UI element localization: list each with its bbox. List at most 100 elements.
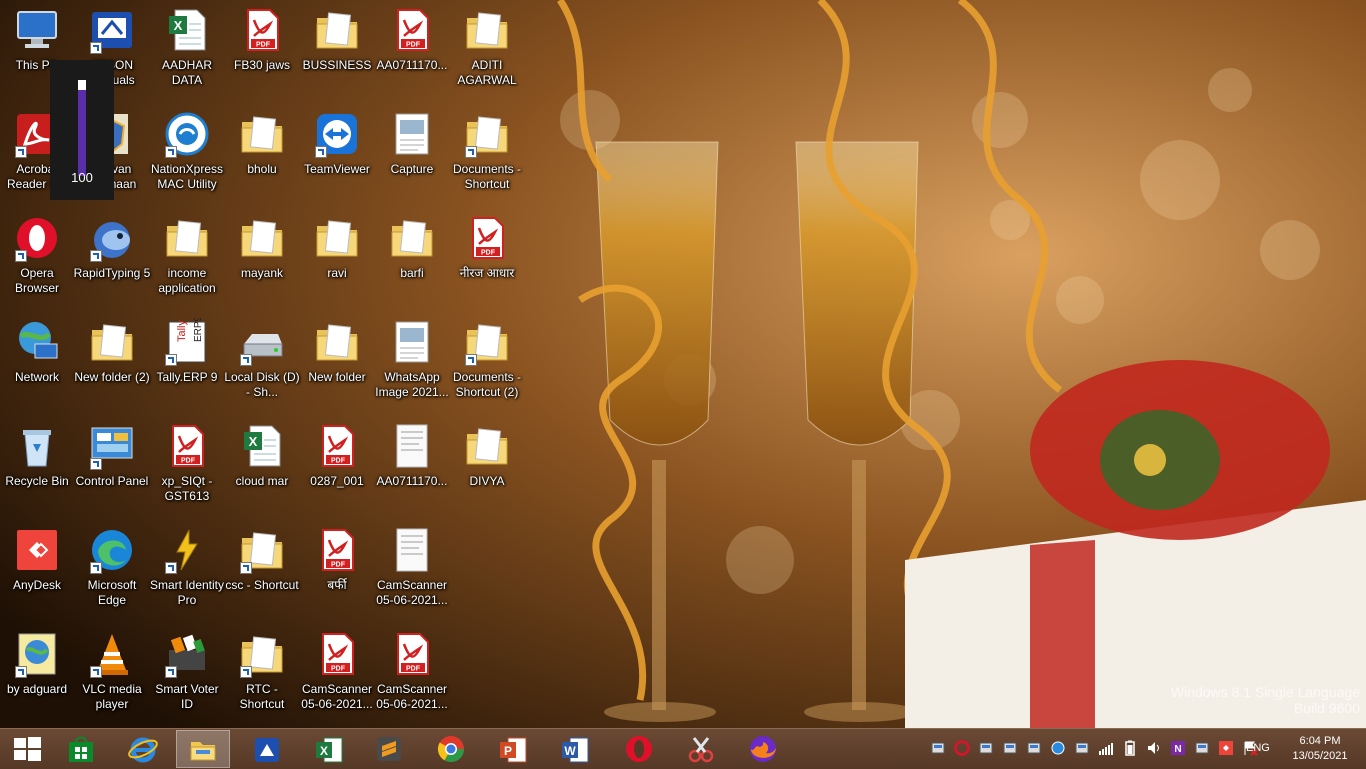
tray-app-icon[interactable] [978,740,994,756]
opera-button[interactable] [612,730,666,768]
desktop-icon-camscanner-05-06-2021[interactable]: PDF CamScanner 05-06-2021... [375,624,449,724]
tray-app-icon[interactable] [1026,740,1042,756]
pdf-file-icon: PDF [238,6,286,54]
excel-button[interactable]: X [302,730,356,768]
image-file-icon [388,110,436,158]
battery-icon[interactable] [1122,740,1138,756]
network-monitor-icon[interactable] [1050,740,1066,756]
file-explorer-button[interactable] [176,730,230,768]
adguard-icon [13,630,61,678]
desktop-icon-0287-001[interactable]: PDF 0287_001 [300,416,374,516]
snipping-tool-button[interactable] [674,730,728,768]
desktop-icon-aa0711170[interactable]: PDF AA0711170... [375,0,449,100]
desktop-icon-mayank[interactable]: mayank [225,208,299,308]
desktop-icon-by-adguard[interactable]: by adguard [0,624,74,724]
tray-app-icon[interactable] [1194,740,1210,756]
taskbar: X P W N ENG 6:04 PM 13/05/2021 [0,728,1366,769]
desktop-icon-documents-shortcut[interactable]: Documents - Shortcut [450,104,524,204]
desktop-icon-label: AA0711170... [376,58,448,72]
internet-explorer-button[interactable] [116,730,170,768]
desktop-icon-smart-voter-id[interactable]: Smart Voter ID [150,624,224,724]
svg-text:X: X [249,434,258,449]
desktop-icon-ravi[interactable]: ravi [300,208,374,308]
start-button[interactable] [0,730,54,768]
sublime-button[interactable] [362,730,416,768]
volume-osd[interactable]: 100 [50,60,114,200]
desktop-icon-camscanner-05-06-2021[interactable]: PDF CamScanner 05-06-2021... [300,624,374,724]
desktop-icon-label: CamScanner 05-06-2021... [301,682,373,711]
desktop-icon-capture[interactable]: Capture [375,104,449,204]
desktop-icon-item[interactable]: PDF बर्फी [300,520,374,620]
excel-file-icon: X [163,6,211,54]
svg-text:PDF: PDF [331,666,346,673]
desktop-icon-item[interactable]: PDF नीरज आधार [450,208,524,308]
clock[interactable]: 6:04 PM 13/05/2021 [1290,734,1350,764]
rapidtyping-icon [88,214,136,262]
folder-icon [463,6,511,54]
onenote-icon[interactable]: N [1170,740,1186,756]
desktop-icon-aadhar-data[interactable]: X AADHAR DATA [150,0,224,100]
anydesk-icon [13,526,61,574]
store-button[interactable] [54,730,108,768]
desktop-icon-aditi-agarwal[interactable]: ADITI AGARWAL [450,0,524,100]
desktop-icon-microsoft-edge[interactable]: Microsoft Edge [75,520,149,620]
desktop-icon-teamviewer[interactable]: TeamViewer [300,104,374,204]
desktop-icon-control-panel[interactable]: Control Panel [75,416,149,516]
desktop-icon-new-folder[interactable]: New folder [300,312,374,412]
speaker-icon[interactable] [1146,740,1162,756]
desktop-icon-xp-siqt-gst613[interactable]: PDF xp_SIQt - GST613 [150,416,224,516]
scissors-icon [686,734,716,764]
tray-app-icon[interactable] [930,740,946,756]
shortcut-arrow-icon [90,562,102,574]
desktop-icon-rapidtyping-5[interactable]: RapidTyping 5 [74,208,150,308]
desktop-icon-documents-shortcut-2[interactable]: Documents - Shortcut (2) [450,312,524,412]
desktop-icon-cloud-mar[interactable]: Xcloud mar [225,416,299,516]
volume-slider-track[interactable] [78,80,86,176]
firefox-button[interactable] [736,730,790,768]
tally-icon: Tally ERP9 [163,318,211,366]
desktop-icon-smart-identity-pro[interactable]: Smart Identity Pro [150,520,224,620]
desktop-icon-barfi[interactable]: barfi [375,208,449,308]
desktop-icon-opera-browser[interactable]: Opera Browser [0,208,74,308]
desktop-icon-tally-erp-9[interactable]: Tally ERP9 Tally.ERP 9 [150,312,224,412]
desktop-icon-bussiness[interactable]: BUSSINESS [300,0,374,100]
smart-voter-icon [163,630,211,678]
svg-text:PDF: PDF [406,666,421,673]
desktop-icon-bholu[interactable]: bholu [225,104,299,204]
language-indicator[interactable]: ENG [1246,742,1270,754]
anydesk-tray-icon[interactable] [1218,740,1234,756]
desktop-icon-network[interactable]: Network [0,312,74,412]
desktop-icon-label: csc - Shortcut [225,578,299,592]
svg-text:PDF: PDF [331,458,346,465]
desktop-icon-local-disk-d-sh[interactable]: Local Disk (D) - Sh... [224,312,300,412]
desktop-icon-anydesk[interactable]: AnyDesk [0,520,74,620]
desktop-icon-label: income application [158,266,216,295]
tray-app-icon[interactable] [1074,740,1090,756]
desktop-icon-fb30-jaws[interactable]: PDF FB30 jaws [225,0,299,100]
tray-app-icon[interactable] [1002,740,1018,756]
chrome-button[interactable] [424,730,478,768]
document-image-icon [388,422,436,470]
opera-tray-icon[interactable] [954,740,970,756]
desktop-icon-new-folder-2[interactable]: New folder (2) [74,312,150,412]
desktop-icon-whatsapp-image-2021[interactable]: WhatsApp Image 2021... [375,312,449,412]
desktop-icon-income-application[interactable]: income application [150,208,224,308]
word-button[interactable]: W [548,730,602,768]
desktop-icon-vlc-media-player[interactable]: VLC media player [75,624,149,724]
desktop-icon-aa0711170[interactable]: AA0711170... [375,416,449,516]
desktop-icon-csc-shortcut[interactable]: csc - Shortcut [225,520,299,620]
svg-text:W: W [564,744,576,758]
desktop-icon-divya[interactable]: DIVYA [450,416,524,516]
desktop-icon-camscanner-05-06-2021[interactable]: CamScanner 05-06-2021... [375,520,449,620]
desktop-icon-recycle-bin[interactable]: Recycle Bin [0,416,74,516]
desktop-icon-nationxpress-mac-utility[interactable]: NationXpress MAC Utility [150,104,224,204]
epson-scan-button[interactable] [240,730,294,768]
windows-watermark: Windows 8.1 Single Language Build 9600 [1171,684,1360,716]
desktop-icon-rtc-shortcut[interactable]: RTC - Shortcut [225,624,299,724]
folder-icon [238,630,286,678]
opera-icon [624,734,654,764]
smart-identity-icon [163,526,211,574]
volume-slider-thumb[interactable] [78,80,86,90]
signal-icon[interactable] [1098,740,1114,756]
powerpoint-button[interactable]: P [486,730,540,768]
